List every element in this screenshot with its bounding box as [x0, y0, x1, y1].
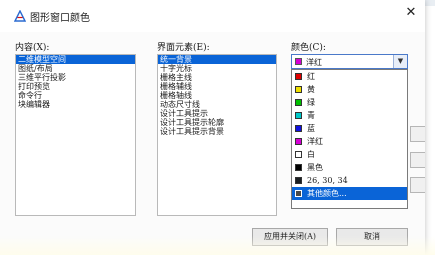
color-option[interactable]: 青	[292, 109, 407, 122]
context-label: 内容(X):	[15, 43, 50, 53]
color-dropdown-list[interactable]: 红黄绿青蓝洋红白黑色 26, 30, 34 其他颜色...	[291, 69, 408, 209]
interface-element-list-item[interactable]: 动态尺寸线	[158, 100, 276, 109]
color-swatch-icon	[295, 164, 302, 171]
color-swatch-icon	[295, 73, 302, 80]
color-option[interactable]: 白	[292, 148, 407, 161]
close-icon[interactable]: ✕	[404, 6, 418, 20]
color-option[interactable]: 黄	[292, 83, 407, 96]
context-list-item[interactable]: 打印预览	[16, 82, 135, 91]
color-swatch-icon	[295, 138, 302, 145]
color-option[interactable]: 红	[292, 70, 407, 83]
color-swatch-icon	[295, 125, 302, 132]
color-swatch-icon	[295, 190, 302, 197]
dialog-title: 图形窗口颜色	[30, 13, 90, 24]
color-option[interactable]: 洋红	[292, 135, 407, 148]
color-option-label: 白	[307, 150, 315, 159]
color-swatch-icon	[295, 86, 302, 93]
selected-color-name: 洋红	[306, 58, 322, 67]
side-button[interactable]	[410, 177, 425, 193]
selected-color-swatch	[295, 58, 302, 65]
interface-element-label: 界面元素(E):	[157, 43, 210, 53]
cancel-button[interactable]: 取消	[336, 228, 408, 246]
color-swatch-icon	[295, 151, 302, 158]
color-label: 颜色(C):	[291, 43, 326, 53]
color-option-label: 黑色	[307, 163, 323, 172]
interface-element-list-item[interactable]: 栅格辅线	[158, 82, 276, 91]
context-list-item[interactable]: 二维模型空间	[16, 55, 135, 64]
apply-close-button[interactable]: 应用并关闭(A)	[252, 228, 328, 246]
side-button[interactable]	[410, 126, 425, 142]
interface-element-list-item[interactable]: 栅格主线	[158, 73, 276, 82]
context-list-item[interactable]: 三维平行投影	[16, 73, 135, 82]
interface-element-list-item[interactable]: 设计工具提示背景	[158, 127, 276, 136]
interface-element-list-item[interactable]: 设计工具提示	[158, 109, 276, 118]
chevron-down-icon[interactable]: ▼	[393, 55, 407, 68]
color-option-label: 蓝	[307, 124, 315, 133]
color-option-label: 红	[307, 72, 315, 81]
color-option-label: 其他颜色...	[307, 189, 347, 198]
color-option-label: 26, 30, 34	[307, 176, 348, 185]
interface-element-listbox[interactable]: 统一背景 十字光标 栅格主线 栅格辅线 栅格轴线 动态尺寸线 设计工具提示 设计工具提示轮廓设…	[157, 54, 277, 216]
context-list-item[interactable]: 图纸/布局	[16, 64, 135, 73]
color-option[interactable]: 黑色	[292, 161, 407, 174]
color-option[interactable]: 26, 30, 34	[292, 174, 407, 187]
color-option-label: 青	[307, 111, 315, 120]
color-option-label: 黄	[307, 85, 315, 94]
interface-element-list-item[interactable]: 设计工具提示轮廓	[158, 118, 276, 127]
color-combobox[interactable]: 洋红 ▼	[291, 54, 408, 69]
interface-element-list-item[interactable]: 十字光标	[158, 64, 276, 73]
color-option[interactable]: 蓝	[292, 122, 407, 135]
app-icon	[14, 10, 26, 22]
context-list-item[interactable]: 块编辑器	[16, 100, 135, 109]
side-button[interactable]	[410, 152, 425, 168]
color-swatch-icon	[295, 99, 302, 106]
interface-element-list-item[interactable]: 统一背景	[158, 55, 276, 64]
context-listbox[interactable]: 二维模型空间 图纸/布局 三维平行投影 打印预览 命令行 块编辑器	[15, 54, 136, 216]
drawing-window-colors-dialog: 图形窗口颜色 ✕ 内容(X): 二维模型空间 图纸/布局 三维平行投影 打印预览 命令行…	[0, 0, 425, 255]
color-option[interactable]: 绿	[292, 96, 407, 109]
title-bar: 图形窗口颜色 ✕	[0, 0, 425, 32]
color-swatch-icon	[295, 112, 302, 119]
color-option-label: 绿	[307, 98, 315, 107]
interface-element-list-item[interactable]: 栅格轴线	[158, 91, 276, 100]
color-option-label: 洋红	[307, 137, 323, 146]
context-list-item[interactable]: 命令行	[16, 91, 135, 100]
color-swatch-icon	[295, 177, 302, 184]
color-option[interactable]: 其他颜色...	[292, 187, 407, 200]
